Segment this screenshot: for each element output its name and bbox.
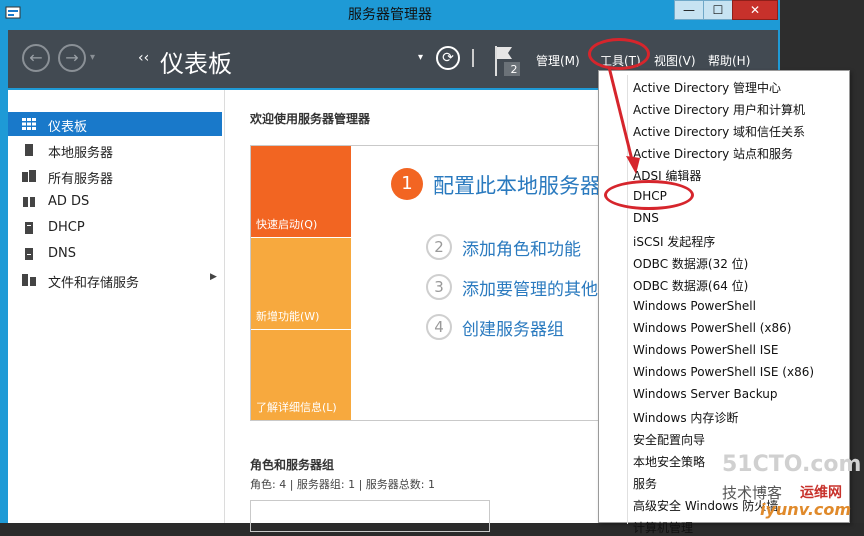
tools-menu-item[interactable]: Windows Server Backup <box>633 387 778 401</box>
tools-menu-item[interactable]: Windows 内存诊断 <box>633 409 738 426</box>
tools-menu-item[interactable]: Windows PowerShell ISE <box>633 343 779 357</box>
back-button[interactable]: ← <box>22 44 50 72</box>
sidebar-item-local-server[interactable]: 本地服务器 <box>8 138 222 162</box>
tools-menu-item[interactable]: ODBC 数据源(32 位) <box>633 255 748 272</box>
step-number: 1 <box>391 168 423 200</box>
tools-menu-item[interactable]: DNS <box>633 211 659 225</box>
quick-start-panel: 快速启动(Q) 新增功能(W) 了解详细信息(L) 1 配置此本地服务器 2 添… <box>250 145 649 421</box>
watermark-site: 51CTO.com <box>722 452 862 477</box>
page-title: 仪表板 <box>160 50 232 78</box>
maximize-button[interactable]: ☐ <box>703 0 733 20</box>
tools-menu-item[interactable]: Active Directory 站点和服务 <box>633 145 793 162</box>
tools-menu-item[interactable]: Windows PowerShell ISE (x86) <box>633 365 814 379</box>
step-link[interactable]: 创建服务器组 <box>462 315 564 340</box>
tools-menu-item[interactable]: Windows PowerShell <box>633 299 756 313</box>
history-dropdown-icon[interactable]: ▾ <box>90 52 95 63</box>
sidebar-item-label: AD DS <box>48 194 90 209</box>
step-number: 3 <box>426 274 452 300</box>
tools-menu-item[interactable]: Active Directory 用户和计算机 <box>633 101 805 118</box>
window-title: 服务器管理器 <box>348 7 432 23</box>
tile-label: 新增功能(W) <box>256 310 320 323</box>
sidebar-item-file-storage[interactable]: 文件和存储服务 ▶ <box>8 268 222 292</box>
tools-menu-item[interactable]: 计算机管理 <box>633 519 693 536</box>
tools-highlight-circle <box>588 38 650 70</box>
sidebar-item-label: DNS <box>48 246 76 261</box>
dhcp-icon <box>25 222 33 234</box>
close-button[interactable]: ✕ <box>732 0 778 20</box>
tile-label: 快速启动(Q) <box>256 218 318 231</box>
grid-icon <box>22 118 36 130</box>
step-link[interactable]: 添加角色和功能 <box>462 235 581 260</box>
roles-summary: 角色: 4 | 服务器组: 1 | 服务器总数: 1 <box>250 478 436 491</box>
dhcp-highlight-circle <box>604 180 694 210</box>
sidebar-item-label: 本地服务器 <box>48 146 114 161</box>
watermark-brand: 运维网 <box>800 485 842 501</box>
tile-learn-more[interactable]: 了解详细信息(L) <box>251 330 351 420</box>
tile-label: 了解详细信息(L) <box>256 401 337 414</box>
sidebar-item-ad-ds[interactable]: AD DS <box>8 190 222 214</box>
sidebar-item-all-servers[interactable]: 所有服务器 <box>8 164 222 188</box>
tools-menu-item[interactable]: 本地安全策略 <box>633 453 705 470</box>
watermark-domain: iyunv.com <box>760 500 852 519</box>
sidebar-item-label: DHCP <box>48 220 85 235</box>
tools-menu-item[interactable]: 服务 <box>633 475 657 492</box>
minimize-button[interactable]: — <box>674 0 704 20</box>
sidebar-item-dashboard[interactable]: 仪表板 <box>8 112 222 136</box>
adds-icon <box>23 197 35 207</box>
breadcrumb-arrows-icon: ‹‹ <box>138 50 150 66</box>
welcome-heading: 欢迎使用服务器管理器 <box>250 112 371 126</box>
menu-help[interactable]: 帮助(H) <box>708 52 750 69</box>
step-link[interactable]: 配置此本地服务器 <box>433 170 601 200</box>
tools-menu-item[interactable]: iSCSI 发起程序 <box>633 233 715 250</box>
sidebar-item-label: 仪表板 <box>48 120 88 135</box>
tools-menu-item[interactable]: ODBC 数据源(64 位) <box>633 277 748 294</box>
tools-menu-item[interactable]: Active Directory 管理中心 <box>633 79 781 96</box>
tile-whats-new[interactable]: 新增功能(W) <box>251 238 351 329</box>
servers-icon <box>22 170 36 182</box>
breadcrumb-dropdown-icon[interactable]: ▾ <box>418 52 423 63</box>
menu-manage[interactable]: 管理(M) <box>536 52 580 69</box>
sidebar-item-dhcp[interactable]: DHCP <box>8 216 222 240</box>
refresh-icon[interactable]: ⟳ <box>436 46 460 70</box>
sidebar-item-label: 所有服务器 <box>48 172 114 187</box>
menu-view[interactable]: 视图(V) <box>654 52 696 69</box>
step-number: 4 <box>426 314 452 340</box>
sidebar-item-dns[interactable]: DNS <box>8 242 222 266</box>
menu-icon-gutter <box>627 75 628 524</box>
storage-icon <box>22 274 36 286</box>
sidebar-item-label: 文件和存储服务 <box>48 276 140 291</box>
role-tile[interactable] <box>250 500 490 532</box>
step-number: 2 <box>426 234 452 260</box>
tools-menu-item[interactable]: Active Directory 域和信任关系 <box>633 123 805 140</box>
sidebar-navigation: 仪表板 本地服务器 所有服务器 AD DS DHCP DNS 文件和存储服务 ▶ <box>8 90 225 523</box>
roles-heading: 角色和服务器组 <box>250 458 335 472</box>
expand-chevron-icon[interactable]: ▶ <box>210 272 217 282</box>
tools-menu-item[interactable]: 安全配置向导 <box>633 431 705 448</box>
dns-icon <box>25 248 33 260</box>
forward-button[interactable]: → <box>58 44 86 72</box>
toolbar-separator <box>472 49 474 67</box>
tools-menu-item[interactable]: Windows PowerShell (x86) <box>633 321 791 335</box>
server-icon <box>25 144 33 156</box>
notification-count-badge: 2 <box>510 63 518 76</box>
tile-quick-start[interactable]: 快速启动(Q) <box>251 146 351 237</box>
title-bar[interactable]: 服务器管理器 — ☐ ✕ <box>0 0 780 26</box>
